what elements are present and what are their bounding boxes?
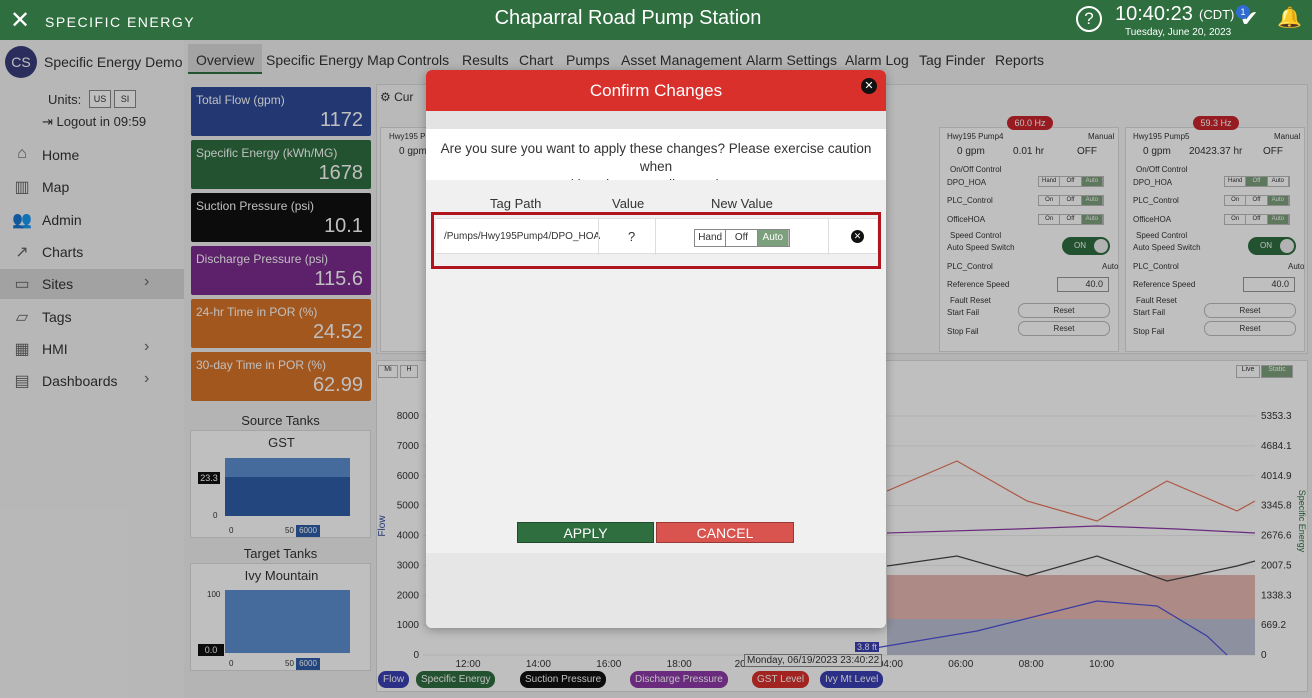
- timezone: (CDT): [1199, 7, 1235, 22]
- dialog-divider: [426, 111, 886, 129]
- cancel-button[interactable]: CANCEL: [656, 522, 794, 543]
- clock-date: Tuesday, June 20, 2023: [1125, 27, 1232, 38]
- close-icon[interactable]: ✕: [861, 78, 877, 94]
- dialog-footer: [426, 553, 886, 628]
- confirm-dialog: Confirm Changes ✕ Are you sure you want …: [426, 70, 886, 628]
- page-title: Chaparral Road Pump Station: [494, 7, 762, 29]
- apply-button[interactable]: APPLY: [517, 522, 654, 543]
- col-new-value: New Value: [711, 196, 773, 211]
- notification-badge: 1: [1236, 5, 1250, 19]
- bell-icon[interactable]: 🔔: [1277, 5, 1302, 30]
- clock-time: 10:40:23: [1115, 3, 1193, 25]
- col-value: Value: [612, 196, 645, 211]
- col-tag-path: Tag Path: [490, 196, 542, 211]
- app-header: ✕ SPECIFIC ENERGY Chaparral Road Pump St…: [0, 0, 1312, 40]
- dialog-title: Confirm Changes: [426, 70, 886, 111]
- dialog-message-line: Are you sure you want to apply these cha…: [440, 141, 872, 174]
- help-icon[interactable]: ?: [1076, 6, 1102, 32]
- row-highlight: [431, 212, 881, 269]
